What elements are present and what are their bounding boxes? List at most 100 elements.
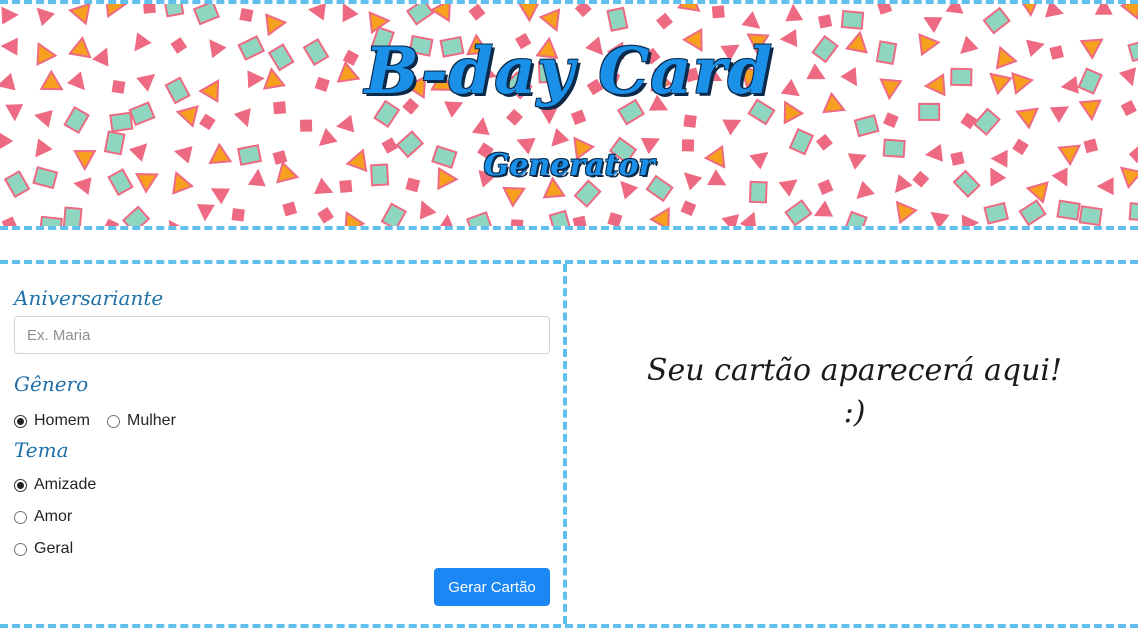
confetti-shape [34,110,53,128]
radio-amizade[interactable] [14,478,27,492]
confetti-shape [109,111,134,133]
radio-geral[interactable] [14,542,27,556]
confetti-shape [317,207,334,224]
confetti-shape [344,210,366,226]
confetti-shape [342,4,359,23]
confetti-shape [67,4,91,26]
theme-option-label: Geral [34,540,74,557]
confetti-shape [419,200,437,220]
confetti-shape [883,112,899,128]
confetti-shape [162,4,185,18]
confetti-shape [785,4,804,22]
confetti-shape [468,4,486,21]
confetti-shape [722,119,742,136]
confetti-shape [784,199,813,226]
confetti-shape [437,214,456,226]
confetti-shape [1018,199,1047,226]
confetti-shape [972,107,1001,136]
confetti-shape [607,212,623,226]
confetti-shape [231,208,245,222]
radio-homem[interactable] [14,414,27,428]
confetti-shape [853,114,880,138]
confetti-shape [1,216,18,226]
confetti-shape [239,7,254,23]
theme-option-label: Amor [34,508,73,525]
confetti-shape [539,107,558,125]
confetti-shape [63,105,90,135]
confetti-shape [856,180,875,200]
confetti-shape [711,5,725,19]
confetti-shape [307,4,327,21]
confetti-shape [39,215,63,226]
confetti-shape [471,117,490,136]
preview-message: Seu cartão aparecerá aqui! [646,353,1063,388]
confetti-shape [510,219,524,226]
header-banner: B-day Card Generator [0,0,1138,230]
confetti-shape [103,218,120,226]
confetti-shape [196,203,215,222]
confetti-shape [961,214,980,226]
confetti-shape [676,4,701,12]
confetti-shape [574,4,592,18]
confetti-shape [335,114,355,133]
confetti-shape [982,6,1011,35]
confetti-shape [1017,4,1041,18]
confetti-shape [813,200,834,217]
confetti-shape [282,201,298,217]
confetti-shape [983,201,1010,225]
confetti-shape [570,109,587,126]
confetti-shape [739,211,757,226]
confetti-shape [405,4,435,26]
confetti-shape [62,206,83,226]
confetti-shape [265,13,288,37]
confetti-shape [683,114,697,128]
confetti-shape [876,4,893,15]
confetti-shape [895,200,918,225]
confetti-shape [945,4,964,14]
page-subtitle: Generator [483,148,655,183]
confetti-shape [299,119,313,132]
confetti-shape [210,188,231,205]
confetti-shape [680,200,697,217]
confetti-shape [843,210,868,226]
theme-option-amor[interactable]: Amor [14,506,72,528]
card-preview: Seu cartão aparecerá aqui! :) [571,264,1138,624]
generate-card-button[interactable]: Gerar Cartão [434,568,550,606]
gender-label: Gênero [14,372,89,396]
confetti-shape [502,186,527,208]
confetti-shape [930,211,950,226]
confetti-shape [1,6,19,25]
name-label: Aniversariante [14,286,164,310]
confetti-shape [960,112,978,130]
confetti-shape [192,4,220,26]
card-form: Aniversariante Gênero Homem Mulher Tema … [0,264,567,624]
confetti-shape [721,214,740,226]
gender-option-label: Mulher [127,412,176,429]
theme-option-amizade[interactable]: Amizade [14,474,96,496]
confetti-shape [380,202,408,226]
gender-option-homem[interactable]: Homem [14,410,90,432]
confetti-shape [1119,4,1138,21]
confetti-shape [817,14,833,29]
confetti-shape [1045,4,1064,18]
radio-amor[interactable] [14,510,27,524]
confetti-shape [36,7,55,27]
confetti-shape [199,113,216,131]
confetti-shape [142,4,156,14]
confetti-shape [1078,205,1103,226]
theme-option-geral[interactable]: Geral [14,538,73,560]
confetti-shape [517,4,541,23]
confetti-shape [572,215,587,226]
main-panel: Aniversariante Gênero Homem Mulher Tema … [0,260,1138,628]
gender-option-mulher[interactable]: Mulher [107,410,176,432]
gender-option-label: Homem [34,412,91,429]
confetti-shape [548,209,572,226]
preview-smiley: :) [843,395,866,430]
confetti-shape [465,211,493,226]
radio-mulher[interactable] [107,414,120,428]
confetti-shape [606,6,629,32]
name-input[interactable] [14,316,550,354]
confetti-shape [1128,202,1138,222]
page-title: B-day Card [364,34,774,109]
theme-label: Tema [14,438,69,462]
